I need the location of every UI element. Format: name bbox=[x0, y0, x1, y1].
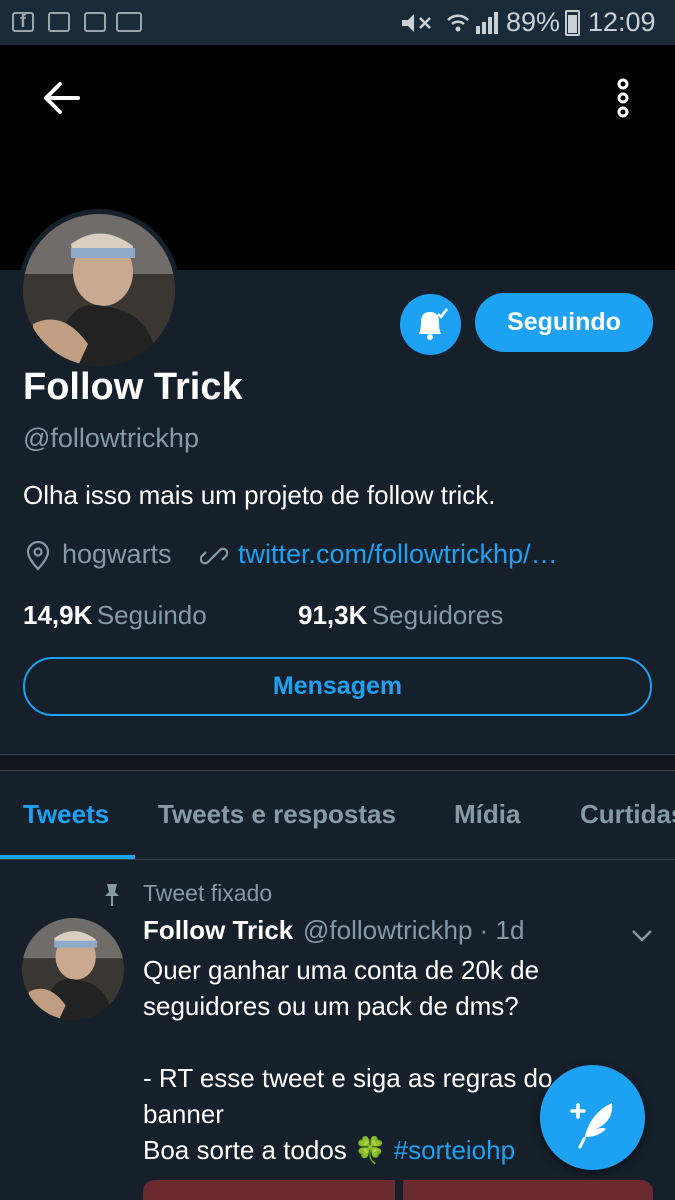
compose-tweet-button[interactable] bbox=[540, 1065, 645, 1170]
tweet-text: Quer ganhar uma conta de 20k de seguidor… bbox=[143, 952, 583, 1168]
profile-location: hogwarts bbox=[62, 539, 172, 569]
location-icon bbox=[26, 541, 50, 571]
tweet-meta: @followtrickhp · 1d bbox=[303, 915, 525, 945]
profile-handle: @followtrickhp bbox=[23, 423, 199, 453]
status-bar: f 89% 12:09 bbox=[0, 0, 675, 45]
recycle-icon bbox=[84, 12, 106, 32]
link-icon bbox=[200, 547, 228, 565]
compose-feather-icon bbox=[570, 1103, 613, 1149]
tab-tweets-replies[interactable]: Tweets e respostas bbox=[158, 799, 396, 830]
chevron-down-icon[interactable] bbox=[630, 926, 654, 946]
profile-website-link[interactable]: twitter.com/followtrickhp/… bbox=[238, 539, 588, 570]
mute-icon bbox=[402, 14, 431, 32]
tweet-hashtag[interactable]: #sorteiohp bbox=[394, 1135, 515, 1165]
following-label: Seguindo bbox=[96, 600, 207, 630]
avatar-image bbox=[23, 214, 175, 366]
voicemail-icon bbox=[116, 12, 142, 32]
profile-bio: Olha isso mais um projeto de follow tric… bbox=[23, 480, 496, 510]
battery-percent: 89% bbox=[506, 7, 561, 37]
facebook-icon: f bbox=[12, 11, 34, 32]
tweet-media[interactable] bbox=[143, 1180, 653, 1200]
followers-count: 91,3K bbox=[298, 600, 368, 630]
clock: 12:09 bbox=[588, 7, 656, 37]
wifi-icon bbox=[447, 14, 469, 32]
tab-likes[interactable]: Curtidas bbox=[580, 799, 675, 830]
profile-tabs: Tweets Tweets e respostas Mídia Curtidas bbox=[0, 771, 675, 860]
followers-label: Seguidores bbox=[371, 600, 504, 630]
back-arrow-icon[interactable] bbox=[40, 76, 84, 120]
tweet-line-2: - RT esse tweet e siga as regras do bann… bbox=[143, 1063, 553, 1129]
tweet-line-1: Quer ganhar uma conta de 20k de seguidor… bbox=[143, 955, 540, 1021]
gallery-icon bbox=[48, 12, 70, 32]
tab-tweets[interactable]: Tweets bbox=[23, 799, 109, 830]
following-stat[interactable]: 14,9K Seguindo bbox=[23, 600, 207, 631]
pinned-tweet-label: Tweet fixado bbox=[143, 880, 273, 906]
pin-icon bbox=[105, 884, 119, 906]
notifications-toggle-button[interactable] bbox=[400, 294, 461, 355]
profile-avatar[interactable] bbox=[18, 209, 180, 371]
profile-name: Follow Trick bbox=[23, 366, 243, 408]
tweet-media-image-2[interactable] bbox=[403, 1180, 653, 1200]
bell-check-icon bbox=[419, 308, 448, 340]
tweet-author-avatar[interactable] bbox=[22, 918, 124, 1020]
tweet-line-3: Boa sorte a todos 🍀 bbox=[143, 1135, 387, 1165]
tweet-author-name[interactable]: Follow Trick bbox=[143, 915, 293, 946]
more-options-icon[interactable] bbox=[606, 76, 640, 120]
active-tab-indicator bbox=[0, 855, 135, 859]
following-button[interactable]: Seguindo bbox=[475, 293, 653, 352]
section-divider bbox=[0, 754, 675, 771]
tab-media[interactable]: Mídia bbox=[454, 799, 520, 830]
signal-icon bbox=[476, 12, 498, 34]
tweet-media-image-1[interactable] bbox=[143, 1180, 395, 1200]
battery-icon bbox=[565, 10, 580, 36]
followers-stat[interactable]: 91,3K Seguidores bbox=[298, 600, 503, 631]
following-count: 14,9K bbox=[23, 600, 93, 630]
message-button[interactable]: Mensagem bbox=[23, 657, 652, 716]
